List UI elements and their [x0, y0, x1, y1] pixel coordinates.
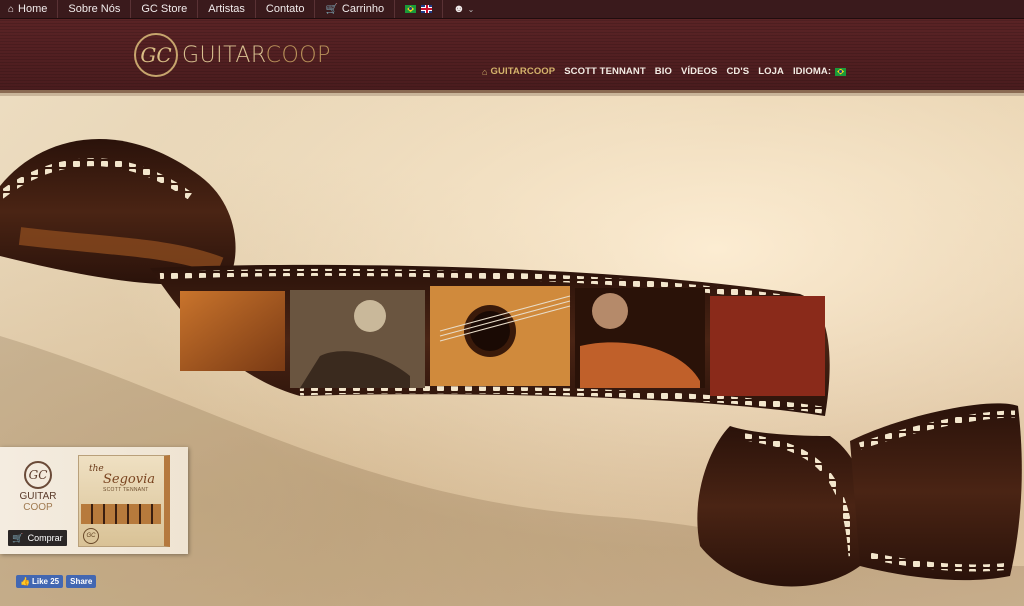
main-nav: ⌂ GUITARCOOP SCOTT TENNANT BIO VÍDEOS CD…	[482, 66, 851, 77]
user-menu[interactable]: ☻ ⌄	[443, 0, 484, 18]
brazil-flag-icon	[835, 67, 847, 76]
film-frame-wood	[180, 291, 285, 371]
uk-flag-icon[interactable]	[421, 5, 433, 13]
topbar-contact-label: Contato	[265, 3, 305, 15]
topbar-cart-label: Carrinho	[341, 3, 385, 15]
card-logo-coop: COOP	[23, 502, 53, 513]
card-logo-guitar: GUITAR	[19, 491, 57, 502]
portrait-face	[354, 300, 386, 332]
nav-item-idioma[interactable]: IDIOMA:	[793, 66, 851, 77]
nav-item-label: BIO	[654, 66, 672, 77]
nav-item-scott-tennant[interactable]: SCOTT TENNANT	[564, 66, 646, 77]
top-utility-bar: ⌂ Home Sobre Nós GC Store Artistas Conta…	[0, 0, 1024, 19]
album-cover[interactable]: the Segovia SCOTT TENNANT GC	[78, 455, 170, 547]
nav-item-label: VÍDEOS	[680, 66, 718, 77]
facebook-share-button[interactable]: Share	[66, 575, 97, 588]
buy-button[interactable]: 🛒 Comprar	[8, 530, 67, 546]
topbar-home-link[interactable]: ⌂ Home	[0, 0, 59, 18]
facebook-like-label: Like 25	[31, 577, 60, 586]
album-title: Segovia	[103, 472, 155, 487]
topbar-about-label: Sobre Nós	[68, 3, 121, 15]
product-card: GC GUITAR COOP the Segovia SCOTT TENNANT…	[0, 447, 188, 554]
facebook-widget: 👍 Like 25 Share	[16, 575, 97, 588]
topbar-cart-link[interactable]: 🛒 Carrinho	[315, 0, 396, 18]
brazil-flag-icon[interactable]	[405, 5, 417, 13]
cart-icon: 🛒	[325, 3, 338, 15]
topbar-about-link[interactable]: Sobre Nós	[58, 0, 132, 18]
nav-item-label: IDIOMA:	[792, 66, 832, 77]
album-the: the	[89, 464, 104, 474]
language-switcher	[395, 0, 444, 18]
nav-item-label: CD'S	[726, 66, 750, 77]
buy-button-label: Comprar	[27, 533, 63, 543]
album-artist: SCOTT TENNANT	[103, 487, 149, 493]
site-logo[interactable]: GC GUITARCOOP	[134, 33, 331, 77]
user-icon: ☻	[453, 3, 465, 15]
nav-item-label: SCOTT TENNANT	[564, 66, 646, 77]
topbar-artists-link[interactable]: Artistas	[198, 0, 256, 18]
facebook-share-label: Share	[70, 577, 93, 586]
logo-part-guitar: GUITAR	[182, 42, 266, 68]
site-header: GC GUITARCOOP ⌂ GUITARCOOP SCOTT TENNANT…	[0, 19, 1024, 96]
topbar-store-label: GC Store	[141, 3, 188, 15]
home-icon: ⌂	[8, 3, 15, 15]
card-logo-mark: GC	[24, 461, 52, 489]
nav-item-label: LOJA	[758, 66, 784, 77]
topbar-artists-label: Artistas	[208, 3, 245, 15]
chevron-down-icon: ⌄	[467, 4, 475, 14]
topbar-home-label: Home	[18, 3, 48, 15]
topbar-store-link[interactable]: GC Store	[131, 0, 199, 18]
thumbs-up-icon: 👍	[20, 577, 30, 586]
cart-icon: 🛒	[12, 532, 24, 543]
nav-item-loja[interactable]: LOJA	[758, 66, 784, 77]
album-logo-mark: GC	[83, 528, 99, 544]
portrait-face	[592, 293, 628, 329]
nav-item-videos[interactable]: VÍDEOS	[681, 66, 718, 77]
facebook-like-button[interactable]: 👍 Like 25	[16, 575, 64, 588]
card-logo: GC GUITAR COOP	[18, 461, 58, 513]
nav-item-cds[interactable]: CD'S	[726, 66, 749, 77]
film-frame-instrument	[710, 296, 825, 396]
nav-item-guitarcoop[interactable]: ⌂ GUITARCOOP	[482, 66, 555, 77]
logo-part-coop: COOP	[265, 42, 331, 68]
nav-item-label: GUITARCOOP	[490, 66, 556, 77]
logo-mark: GC	[134, 33, 178, 77]
nav-item-bio[interactable]: BIO	[655, 66, 672, 77]
topbar-contact-link[interactable]: Contato	[256, 0, 316, 18]
album-film-strip	[81, 504, 161, 524]
logo-wordmark: GUITARCOOP	[182, 43, 331, 68]
home-icon: ⌂	[482, 66, 488, 77]
